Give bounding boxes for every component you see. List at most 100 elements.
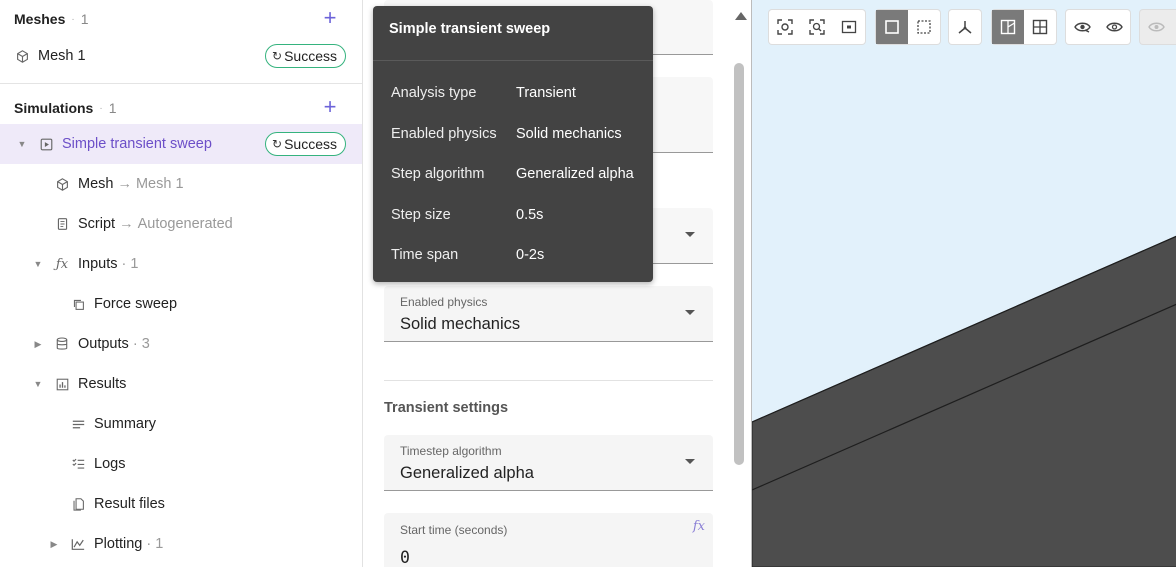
- disabled-toolbar: [1140, 10, 1176, 44]
- 3d-viewport[interactable]: [751, 0, 1176, 567]
- sidebar-item-outputs[interactable]: ▶ Outputs · 3: [0, 324, 362, 364]
- chevron-down-icon[interactable]: ▼: [32, 379, 44, 389]
- box-select-icon[interactable]: [908, 10, 940, 44]
- simulation-label: Simple transient sweep: [62, 136, 212, 152]
- start-time-input[interactable]: Start time (seconds) fx 0: [384, 513, 713, 567]
- tooltip-row: Analysis type Transient: [391, 85, 576, 101]
- tooltip-row: Step algorithm Generalized alpha: [391, 166, 634, 182]
- frame-selection-icon[interactable]: [833, 10, 865, 44]
- sidebar-item-results[interactable]: ▼ Results: [0, 364, 362, 404]
- sidebar-item-summary[interactable]: Summary: [0, 404, 362, 444]
- eye-show-icon[interactable]: [1098, 10, 1130, 44]
- status-badge: ↻ Success: [265, 44, 346, 68]
- view-fit-toolbar: [769, 10, 865, 44]
- tooltip-row: Enabled physics Solid mechanics: [391, 126, 622, 142]
- fit-all-icon[interactable]: [769, 10, 801, 44]
- tooltip-divider: [373, 60, 653, 61]
- line-chart-icon: [70, 536, 86, 552]
- view-layout-toolbar: [992, 10, 1056, 44]
- summary-label: Summary: [94, 416, 157, 432]
- sidebar-item-inputs[interactable]: ▼ ƒx Inputs · 1: [0, 244, 362, 284]
- add-mesh-button[interactable]: +: [320, 7, 340, 29]
- enabled-physics-select[interactable]: Enabled physics Solid mechanics: [384, 286, 713, 342]
- files-icon: [70, 496, 86, 512]
- sidebar-item-plotting[interactable]: ▶ Plotting · 1: [0, 524, 362, 564]
- chevron-right-icon[interactable]: ▶: [32, 339, 44, 350]
- simulations-title: Simulations: [14, 100, 94, 116]
- mesh-link-label: Mesh → Mesh 1: [78, 176, 184, 192]
- axes-toolbar: [949, 10, 981, 44]
- section-divider: [0, 83, 362, 84]
- simulations-section-header: Simulations · 1: [14, 96, 117, 120]
- chevron-down-icon[interactable]: ▼: [32, 259, 44, 269]
- mesh-1-label: Mesh 1: [38, 48, 86, 64]
- scroll-up-icon[interactable]: [735, 12, 747, 20]
- plotting-label: Plotting · 1: [94, 536, 164, 552]
- sidebar-item-simple-transient-sweep[interactable]: ▼ Simple transient sweep ↻ Success: [0, 124, 362, 164]
- start-time-label: Start time (seconds): [400, 523, 508, 537]
- script-icon: [54, 216, 70, 232]
- play-square-icon: [38, 136, 54, 152]
- caret-down-icon: [685, 232, 695, 237]
- status-badge: ↻ Success: [265, 132, 346, 156]
- sidebar-item-force-sweep[interactable]: Force sweep: [0, 284, 362, 324]
- script-link-label: Script → Autogenerated: [78, 216, 233, 232]
- sidebar-item-mesh-1[interactable]: Mesh 1 ↻ Success: [0, 36, 362, 76]
- separator-dot: ·: [99, 102, 103, 114]
- inputs-label: Inputs · 1: [78, 256, 139, 272]
- transient-settings-title: Transient settings: [384, 400, 509, 416]
- zoom-fit-icon[interactable]: [801, 10, 833, 44]
- axes-triad-icon[interactable]: [949, 10, 981, 44]
- meshes-section-header: Meshes · 1: [14, 7, 89, 31]
- logs-label: Logs: [94, 456, 126, 472]
- force-sweep-label: Force sweep: [94, 296, 178, 312]
- vertical-scrollbar[interactable]: [733, 0, 747, 567]
- sidebar-item-result-files[interactable]: Result files: [0, 484, 362, 524]
- enabled-physics-label: Enabled physics: [400, 295, 488, 309]
- eye-hide-icon[interactable]: [1066, 10, 1098, 44]
- meshes-title: Meshes: [14, 11, 66, 27]
- visibility-toolbar: [1066, 10, 1130, 44]
- function-icon[interactable]: fx: [693, 519, 705, 534]
- bar-chart-icon: [54, 376, 70, 392]
- tooltip-row: Step size 0.5s: [391, 207, 544, 223]
- refresh-icon: ↻: [272, 137, 283, 151]
- timestep-algorithm-label: Timestep algorithm: [400, 444, 502, 458]
- list-icon: [70, 416, 86, 432]
- separator-dot: ·: [71, 13, 75, 25]
- result-files-label: Result files: [94, 496, 165, 512]
- sidebar-item-logs[interactable]: Logs: [0, 444, 362, 484]
- function-icon: ƒx: [55, 256, 69, 272]
- caret-down-icon: [685, 459, 695, 464]
- simulations-count: 1: [108, 100, 117, 116]
- section-view-icon[interactable]: [992, 10, 1024, 44]
- selection-mode-toolbar: [876, 10, 940, 44]
- copy-stack-icon: [70, 296, 86, 312]
- cube-icon: [54, 176, 70, 192]
- refresh-icon: ↻: [272, 49, 283, 63]
- tooltip-title: Simple transient sweep: [389, 21, 551, 37]
- timestep-algorithm-value: Generalized alpha: [400, 464, 534, 482]
- tooltip-row: Time span 0-2s: [391, 247, 545, 263]
- sidebar-item-script[interactable]: Script → Autogenerated: [0, 204, 362, 244]
- sidebar-item-mesh[interactable]: Mesh → Mesh 1: [0, 164, 362, 204]
- timestep-algorithm-select[interactable]: Timestep algorithm Generalized alpha: [384, 435, 713, 491]
- add-simulation-button[interactable]: +: [320, 96, 340, 118]
- checklist-icon: [70, 456, 86, 472]
- results-label: Results: [78, 376, 127, 392]
- chevron-right-icon[interactable]: ▶: [48, 539, 60, 550]
- outputs-label: Outputs · 3: [78, 336, 150, 352]
- grid-view-icon[interactable]: [1024, 10, 1056, 44]
- caret-down-icon: [685, 310, 695, 315]
- simulation-tooltip: Simple transient sweep Analysis type Tra…: [373, 6, 653, 282]
- database-icon: [54, 336, 70, 352]
- enabled-physics-value: Solid mechanics: [400, 315, 521, 333]
- chevron-down-icon[interactable]: ▼: [16, 139, 28, 149]
- beam-geometry: [752, 235, 1176, 567]
- solid-select-icon[interactable]: [876, 10, 908, 44]
- scrollbar-thumb[interactable]: [734, 63, 744, 465]
- sidebar-panel: Meshes · 1 + Mesh 1 ↻ Success Simulation…: [0, 0, 363, 567]
- meshes-count: 1: [80, 11, 89, 27]
- cube-icon: [14, 48, 30, 64]
- eye-off-icon: [1140, 10, 1172, 44]
